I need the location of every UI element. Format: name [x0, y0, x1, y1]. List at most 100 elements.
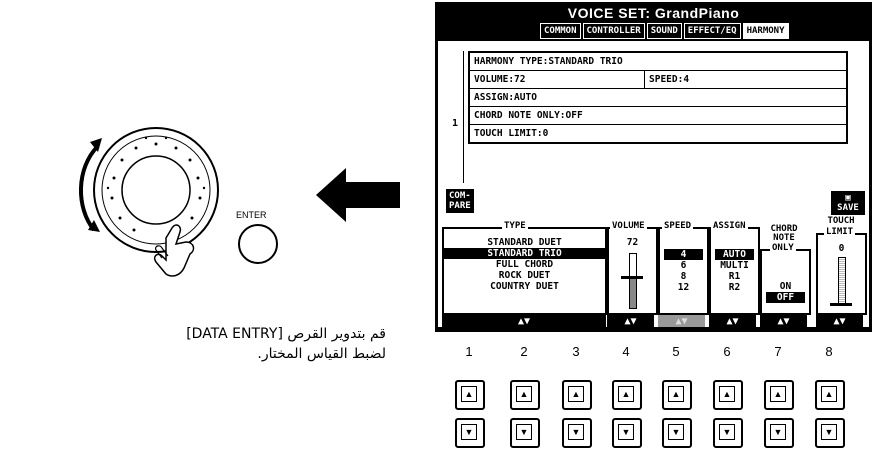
- volume-slider-fill: [630, 277, 636, 308]
- caption-line-2: لضبط القياس المختار.: [257, 346, 386, 362]
- button-2-down[interactable]: ▼: [510, 418, 540, 448]
- button-number-4: 4: [622, 344, 630, 359]
- volume-panel[interactable]: VOLUME 72: [607, 221, 658, 315]
- title-bar: VOICE SET: GrandPiano COMMON CONTROLLER …: [438, 5, 869, 41]
- button-7-down[interactable]: ▼: [764, 418, 794, 448]
- assign-arrow-bar[interactable]: ▲▼: [709, 315, 756, 327]
- speed-option-selected[interactable]: 4: [664, 249, 703, 260]
- parameter-table: HARMONY TYPE:STANDARD TRIO VOLUME:72 SPE…: [468, 51, 848, 144]
- chord-note-only-panel[interactable]: ONLY ON OFF: [760, 243, 811, 315]
- screen-title: VOICE SET: GrandPiano: [567, 5, 740, 21]
- chord-option-selected[interactable]: OFF: [766, 292, 805, 303]
- index-divider: [463, 51, 464, 183]
- chord-option[interactable]: ON: [762, 281, 809, 292]
- speed-option[interactable]: 6: [660, 260, 707, 271]
- down-arrow-icon: ▼: [668, 424, 684, 440]
- lcd-screen: VOICE SET: GrandPiano COMMON CONTROLLER …: [435, 2, 872, 332]
- up-arrow-icon: ▲: [719, 386, 735, 402]
- data-entry-dial-icon[interactable]: [76, 108, 236, 298]
- button-number-2: 2: [520, 344, 528, 359]
- volume-slider-knob[interactable]: [621, 276, 643, 279]
- tab-controller[interactable]: CONTROLLER: [582, 23, 645, 39]
- button-2-up[interactable]: ▲: [510, 380, 540, 410]
- left-arrow-icon: [316, 168, 400, 222]
- down-arrow-icon: ▼: [618, 424, 634, 440]
- speed-panel[interactable]: SPEED 4 6 8 12: [658, 221, 709, 315]
- assign-row[interactable]: ASSIGN:AUTO: [470, 89, 537, 106]
- save-icon: ▣: [845, 193, 851, 203]
- type-option-selected[interactable]: STANDARD TRIO: [444, 248, 605, 259]
- type-option[interactable]: ROCK DUET: [444, 270, 605, 281]
- button-4-up[interactable]: ▲: [612, 380, 642, 410]
- button-number-6: 6: [723, 344, 731, 359]
- down-arrow-icon: ▼: [770, 424, 786, 440]
- button-number-5: 5: [672, 344, 680, 359]
- touch-arrow-bar[interactable]: ▲▼: [816, 315, 863, 327]
- speed-row[interactable]: SPEED:4: [645, 71, 689, 88]
- touch-header: TOUCH: [816, 217, 866, 226]
- touch-limit-panel[interactable]: LIMIT 0: [816, 227, 867, 315]
- button-3-up[interactable]: ▲: [562, 380, 592, 410]
- caption-line-1: قم بتدوير القرص [DATA ENTRY]: [186, 326, 386, 342]
- button-1-up[interactable]: ▲: [455, 380, 485, 410]
- down-arrow-icon: ▼: [821, 424, 837, 440]
- chord-arrow-bar[interactable]: ▲▼: [760, 315, 807, 327]
- touch-label-2: LIMIT: [824, 227, 856, 237]
- button-number-8: 8: [825, 344, 833, 359]
- button-5-up[interactable]: ▲: [662, 380, 692, 410]
- down-arrow-icon: ▼: [516, 424, 532, 440]
- volume-value: 72: [626, 237, 639, 248]
- button-6-down[interactable]: ▼: [713, 418, 743, 448]
- volume-arrow-bar[interactable]: ▲▼: [607, 315, 654, 327]
- type-option[interactable]: FULL CHORD: [444, 259, 605, 270]
- button-6-up[interactable]: ▲: [713, 380, 743, 410]
- button-4-down[interactable]: ▼: [612, 418, 642, 448]
- row-index: 1: [452, 118, 459, 129]
- down-arrow-icon: ▼: [568, 424, 584, 440]
- assign-option-selected[interactable]: AUTO: [715, 249, 754, 260]
- speed-option[interactable]: 12: [660, 282, 707, 293]
- volume-row[interactable]: VOLUME:72: [470, 71, 645, 88]
- chord-label-2: NOTE: [773, 233, 795, 243]
- chord-note-only-row[interactable]: CHORD NOTE ONLY:OFF: [470, 107, 583, 124]
- button-1-down[interactable]: ▼: [455, 418, 485, 448]
- type-option[interactable]: STANDARD DUET: [444, 237, 605, 248]
- assign-option[interactable]: MULTI: [711, 260, 758, 271]
- assign-panel[interactable]: ASSIGN AUTO MULTI R1 R2: [709, 221, 760, 315]
- speed-arrow-bar[interactable]: ▲▼: [658, 315, 705, 327]
- volume-label: VOLUME: [610, 221, 647, 231]
- save-label: SAVE: [837, 203, 859, 213]
- instruction-caption: قم بتدوير القرص [DATA ENTRY] لضبط القياس…: [176, 324, 386, 364]
- assign-option[interactable]: R2: [711, 282, 758, 293]
- type-options: STANDARD DUET STANDARD TRIO FULL CHORD R…: [444, 237, 605, 292]
- button-7-up[interactable]: ▲: [764, 380, 794, 410]
- type-option[interactable]: COUNTRY DUET: [444, 281, 605, 292]
- touch-slider-track[interactable]: [838, 257, 846, 305]
- up-arrow-icon: ▲: [516, 386, 532, 402]
- speed-option[interactable]: 8: [660, 271, 707, 282]
- button-number-7: 7: [774, 344, 782, 359]
- assign-label: ASSIGN: [711, 221, 748, 231]
- save-button[interactable]: ▣ SAVE: [831, 191, 865, 215]
- harmony-type-row[interactable]: HARMONY TYPE:STANDARD TRIO: [470, 53, 623, 70]
- button-3-down[interactable]: ▼: [562, 418, 592, 448]
- button-8-up[interactable]: ▲: [815, 380, 845, 410]
- button-5-down[interactable]: ▼: [662, 418, 692, 448]
- button-8-down[interactable]: ▼: [815, 418, 845, 448]
- compare-button[interactable]: COM- PARE: [446, 189, 474, 213]
- data-entry-dial-illustration: [76, 108, 236, 298]
- tab-common[interactable]: COMMON: [540, 23, 581, 39]
- up-arrow-icon: ▲: [568, 386, 584, 402]
- assign-option[interactable]: R1: [711, 271, 758, 282]
- touch-limit-row[interactable]: TOUCH LIMIT:0: [470, 125, 548, 142]
- touch-slider-knob[interactable]: [830, 303, 852, 306]
- type-arrow-bar[interactable]: ▲▼: [442, 315, 606, 327]
- up-arrow-icon: ▲: [461, 386, 477, 402]
- speed-label: SPEED: [662, 221, 694, 231]
- volume-slider-track[interactable]: [629, 253, 637, 309]
- type-panel[interactable]: TYPE STANDARD DUET STANDARD TRIO FULL CH…: [442, 221, 607, 315]
- enter-button[interactable]: [238, 224, 278, 264]
- tab-sound[interactable]: SOUND: [646, 23, 682, 39]
- tab-harmony[interactable]: HARMONY: [742, 23, 789, 39]
- tab-effect-eq[interactable]: EFFECT/EQ: [683, 23, 741, 39]
